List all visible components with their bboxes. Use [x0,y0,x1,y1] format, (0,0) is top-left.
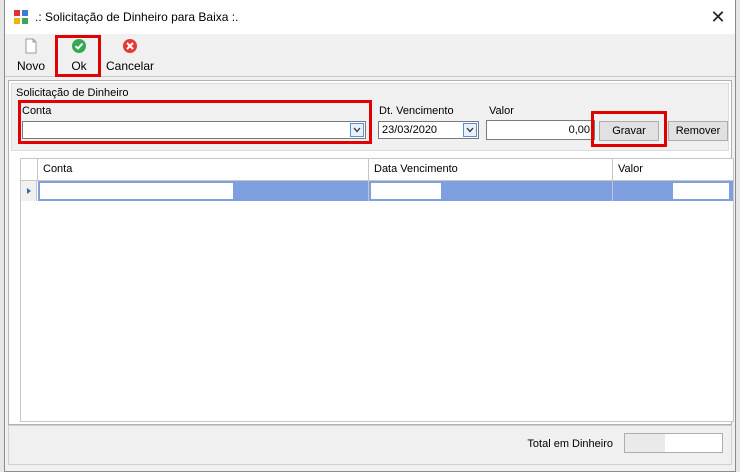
calendar-dropdown-icon[interactable] [463,123,477,137]
row-indicator[interactable] [21,181,37,201]
ok-highlight [55,35,101,77]
row-arrow-icon [27,188,31,194]
conta-highlight [18,100,372,144]
cell-data-vencimento[interactable] [369,181,613,201]
close-icon[interactable]: ✕ [701,0,735,34]
cancel-icon [123,39,137,53]
solicitacao-group: Solicitação de Dinheiro Conta Dt. Vencim… [11,83,729,151]
remover-button[interactable]: Remover [668,121,728,141]
cancelar-label: Cancelar [105,59,155,73]
toolbar: Novo Ok Cancelar [5,34,735,77]
cancelar-button[interactable]: Cancelar [105,36,155,76]
dt-vencimento-value: 23/03/2020 [382,124,438,136]
app-icon [14,10,28,24]
new-document-icon [25,38,37,54]
dt-vencimento-label: Dt. Vencimento [379,105,454,117]
title-bar: .: Solicitação de Dinheiro para Baixa :.… [5,0,735,34]
valor-label: Valor [489,105,514,117]
novo-button[interactable]: Novo [11,36,51,76]
grid-corner [21,159,38,181]
col-valor[interactable]: Valor [613,159,733,181]
table-row[interactable] [21,181,733,201]
dialog-window: .: Solicitação de Dinheiro para Baixa :.… [4,0,736,472]
grid-header: Conta Data Vencimento Valor [21,159,733,181]
window-title: .: Solicitação de Dinheiro para Baixa :. [35,10,239,24]
dt-vencimento-picker[interactable]: 23/03/2020 [378,121,479,139]
total-label: Total em Dinheiro [527,438,613,450]
content-panel: Solicitação de Dinheiro Conta Dt. Vencim… [8,80,734,425]
col-data-vencimento[interactable]: Data Vencimento [369,159,613,181]
total-value [624,433,723,453]
gravar-highlight [591,111,667,147]
data-grid: Conta Data Vencimento Valor [20,158,734,422]
group-title: Solicitação de Dinheiro [16,87,129,99]
valor-input[interactable]: 0,00 [486,120,595,140]
footer-bar: Total em Dinheiro [8,425,732,465]
cell-valor[interactable] [613,181,733,201]
col-conta[interactable]: Conta [38,159,369,181]
cell-conta[interactable] [38,181,369,201]
novo-label: Novo [16,59,45,73]
